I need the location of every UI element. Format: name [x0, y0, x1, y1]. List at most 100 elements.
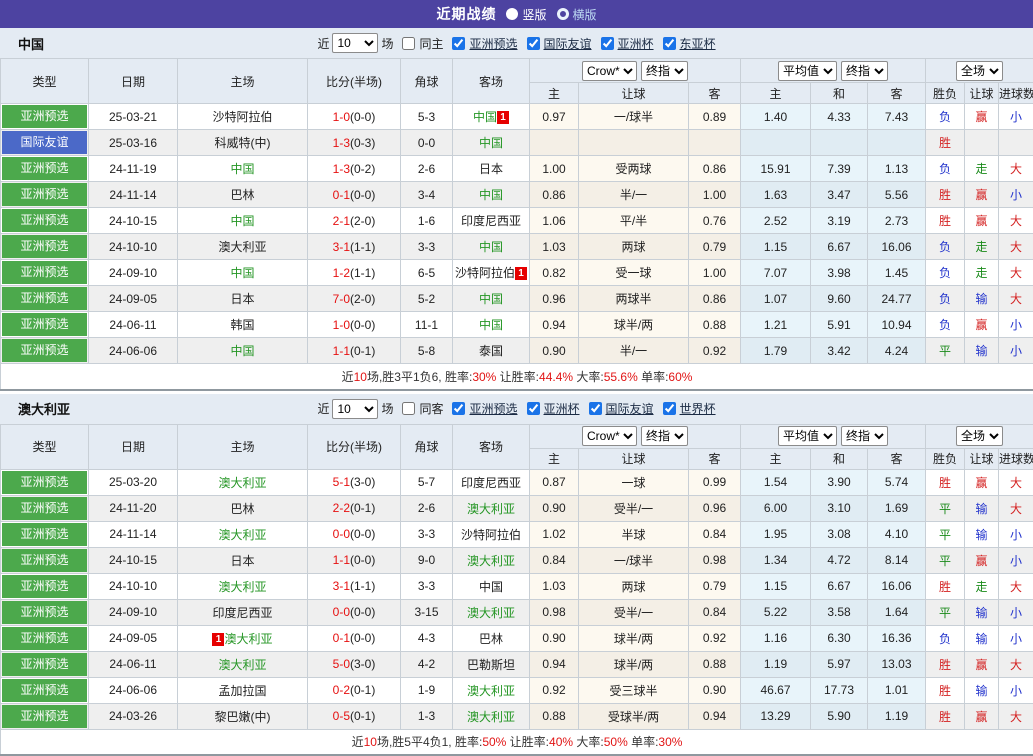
- avg-draw: 4.72: [811, 547, 868, 573]
- same-venue-label: 同客: [419, 400, 443, 417]
- competition-label[interactable]: 世界杯: [680, 400, 716, 417]
- result-handicap: 赢: [965, 104, 999, 130]
- odds-handicap: 一球: [579, 469, 689, 495]
- result-winlose: 平: [926, 547, 965, 573]
- column-header: 客场: [453, 424, 530, 469]
- avg-final-select[interactable]: 终指: [841, 426, 888, 446]
- radio-selected-icon[interactable]: [506, 8, 518, 20]
- scope-select[interactable]: 全场: [956, 426, 1003, 446]
- layout-option-vertical[interactable]: 竖版: [506, 6, 546, 23]
- odds-away: 0.92: [689, 338, 741, 364]
- match-date: 24-09-05: [89, 625, 178, 651]
- avg-away: 16.06: [868, 234, 926, 260]
- home-team: 孟加拉国: [178, 677, 308, 703]
- score-cell: 1-0(0-0): [308, 104, 401, 130]
- competition-label[interactable]: 东亚杯: [680, 35, 716, 52]
- away-team: 沙特阿拉伯: [453, 521, 530, 547]
- team-name-text: 中国: [479, 318, 503, 332]
- avg-source-select[interactable]: 平均值: [778, 61, 837, 81]
- home-team: 1澳大利亚: [178, 625, 308, 651]
- home-team: 科威特(中): [178, 130, 308, 156]
- avg-draw: 5.90: [811, 703, 868, 729]
- summary-segment: 场,胜3平1负6, 胜率:: [367, 370, 472, 384]
- odds-final-select[interactable]: 终指: [641, 61, 688, 81]
- competition-label[interactable]: 亚洲杯: [544, 400, 580, 417]
- result-goals: [999, 130, 1033, 156]
- odds-away: 0.90: [689, 677, 741, 703]
- competition-checkbox[interactable]: [601, 37, 614, 50]
- competition-label[interactable]: 亚洲预选: [469, 35, 517, 52]
- team-name-text: 印度尼西亚: [212, 606, 272, 620]
- result-handicap: 走: [965, 573, 999, 599]
- same-venue-checkbox[interactable]: [402, 37, 415, 50]
- avg-away: 24.77: [868, 286, 926, 312]
- competition-checkbox[interactable]: [452, 402, 465, 415]
- summary-segment: 让胜率:: [496, 370, 539, 384]
- competition-label[interactable]: 国际友谊: [544, 35, 592, 52]
- odds-source-select[interactable]: Crow*: [582, 426, 637, 446]
- competition-checkbox[interactable]: [663, 37, 676, 50]
- avg-draw: 5.97: [811, 651, 868, 677]
- match-count-select[interactable]: 10: [332, 33, 378, 53]
- match-type-cell: 亚洲预选: [1, 469, 89, 495]
- avg-away: 16.06: [868, 573, 926, 599]
- competition-label[interactable]: 国际友谊: [606, 400, 654, 417]
- competition-checkbox[interactable]: [527, 402, 540, 415]
- avg-final-select[interactable]: 终指: [841, 61, 888, 81]
- corner-score: 2-6: [401, 156, 453, 182]
- odds-away: 0.84: [689, 521, 741, 547]
- summary-text: 近10场,胜3平1负6, 胜率:30% 让胜率:44.4% 大率:55.6% 单…: [1, 364, 1033, 390]
- odds-home: 1.00: [530, 156, 579, 182]
- competition-label[interactable]: 亚洲杯: [618, 35, 654, 52]
- odds-away: 0.99: [689, 469, 741, 495]
- result-goals: 小: [999, 338, 1033, 364]
- column-header: 客场: [453, 59, 530, 104]
- summary-segment: 单率:: [628, 735, 659, 749]
- competition-checkbox[interactable]: [452, 37, 465, 50]
- score-cell: 1-3(0-2): [308, 156, 401, 182]
- team-name-text: 澳大利亚: [218, 476, 266, 490]
- avg-away: 4.10: [868, 521, 926, 547]
- layout-option-horizontal[interactable]: 横版: [557, 6, 597, 23]
- match-row: 亚洲预选24-11-20巴林2-2(0-1)2-6澳大利亚0.90受半/一0.9…: [1, 495, 1033, 521]
- same-venue-label: 同主: [419, 35, 443, 52]
- team-name-text: 中国: [230, 266, 254, 280]
- away-team: 中国1: [453, 104, 530, 130]
- odds-handicap: 受球半/两: [579, 703, 689, 729]
- corner-score: 1-9: [401, 677, 453, 703]
- corner-score: 3-3: [401, 234, 453, 260]
- competition-checkbox[interactable]: [589, 402, 602, 415]
- competition-label[interactable]: 亚洲预选: [469, 400, 517, 417]
- odds-source-select[interactable]: Crow*: [582, 61, 637, 81]
- team-name-text: 澳大利亚: [467, 710, 515, 724]
- corner-score: 3-4: [401, 182, 453, 208]
- corner-score: 5-3: [401, 104, 453, 130]
- fulltime-score: 3-1: [333, 240, 350, 254]
- avg-draw: 3.47: [811, 182, 868, 208]
- avg-draw: [811, 130, 868, 156]
- fulltime-score: 3-1: [333, 579, 350, 593]
- odds-handicap: [579, 130, 689, 156]
- result-handicap: 赢: [965, 182, 999, 208]
- odds-handicap: 球半/两: [579, 312, 689, 338]
- column-header: 主场: [178, 424, 308, 469]
- summary-segment: 让胜率:: [506, 735, 549, 749]
- result-goals: 大: [999, 156, 1033, 182]
- match-count-select[interactable]: 10: [332, 399, 378, 419]
- radio-unselected-icon[interactable]: [557, 8, 569, 20]
- summary-segment: 55.6%: [604, 370, 638, 384]
- match-date: 24-03-26: [89, 703, 178, 729]
- competition-checkbox[interactable]: [663, 402, 676, 415]
- same-venue-checkbox[interactable]: [402, 402, 415, 415]
- avg-home: 1.15: [741, 573, 811, 599]
- avg-source-select[interactable]: 平均值: [778, 426, 837, 446]
- summary-segment: 10: [354, 370, 367, 384]
- match-type-cell: 亚洲预选: [1, 312, 89, 338]
- match-row: 亚洲预选24-09-051澳大利亚0-1(0-0)4-3巴林0.90球半/两0.…: [1, 625, 1033, 651]
- avg-home: 1.21: [741, 312, 811, 338]
- competition-checkbox[interactable]: [527, 37, 540, 50]
- odds-final-select[interactable]: 终指: [641, 426, 688, 446]
- scope-select[interactable]: 全场: [956, 61, 1003, 81]
- corner-score: 9-0: [401, 547, 453, 573]
- result-winlose: 负: [926, 625, 965, 651]
